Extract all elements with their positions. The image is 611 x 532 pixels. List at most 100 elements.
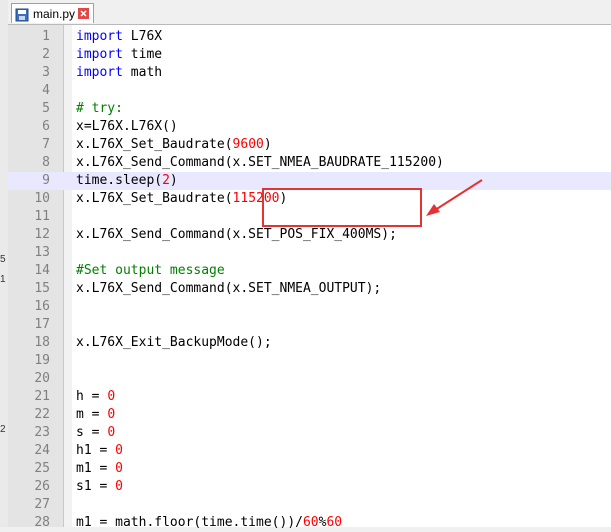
code-line[interactable]: 13 <box>8 244 611 262</box>
line-number: 2 <box>42 47 50 62</box>
code-token: 60 <box>326 515 343 530</box>
code-token: ) <box>169 173 178 188</box>
code-text: x.L76X_Exit_BackupMode(); <box>76 334 272 352</box>
code-token: x.L76X_Send_Command(x.SET_NMEA_OUTPUT); <box>76 281 382 296</box>
line-number: 26 <box>34 479 50 494</box>
code-line[interactable]: 21 h = 0 <box>8 388 611 406</box>
code-line[interactable]: 5 # try: <box>8 100 611 118</box>
line-number: 22 <box>34 407 50 422</box>
code-text: x=L76X.L76X() <box>76 118 178 136</box>
code-token: s1 = <box>76 479 116 494</box>
code-token: math <box>122 65 163 80</box>
code-text: import math <box>76 64 162 82</box>
code-token: h1 = <box>76 443 116 458</box>
line-number: 21 <box>34 389 50 404</box>
code-text: h = 0 <box>76 388 115 406</box>
tab-filename: main.py <box>33 6 76 21</box>
code-text: s = 0 <box>76 424 115 442</box>
code-token: 0 <box>115 461 123 476</box>
code-token: time.sleep( <box>76 173 163 188</box>
code-token: m = <box>76 407 108 422</box>
annotation-highlight-box <box>262 188 422 227</box>
code-token: time <box>122 47 163 62</box>
line-number: 27 <box>34 497 50 512</box>
code-editor[interactable]: 1 import L76X 2 import time 3 import math 4 5 # … <box>8 25 611 530</box>
code-text: import L76X <box>76 28 162 46</box>
line-number: 16 <box>34 299 50 314</box>
line-number: 11 <box>34 209 50 224</box>
tab-bar: main.py <box>8 0 611 25</box>
code-text: x.L76X_Send_Command(x.SET_NMEA_BAUDRATE_… <box>76 154 444 172</box>
line-number: 25 <box>34 461 50 476</box>
code-line[interactable]: 6 x=L76X.L76X() <box>8 118 611 136</box>
code-token: x.L76X_Send_Command(x.SET_POS_FIX_400MS)… <box>76 227 397 242</box>
code-line[interactable]: 24 h1 = 0 <box>8 442 611 460</box>
code-token: 0 <box>107 425 116 440</box>
code-line[interactable]: 18 x.L76X_Exit_BackupMode(); <box>8 334 611 352</box>
code-token: ) <box>263 137 272 152</box>
line-number: 17 <box>34 317 50 332</box>
code-token: x=L76X.L76X() <box>76 119 178 134</box>
line-number: 15 <box>34 281 50 296</box>
line-number: 20 <box>34 371 50 386</box>
code-line[interactable]: 22 m = 0 <box>8 406 611 424</box>
code-token: 2 <box>162 173 170 188</box>
left-strip-mark: 5 <box>0 254 6 265</box>
line-number: 24 <box>34 443 50 458</box>
code-token: import <box>76 29 123 44</box>
code-line[interactable]: 17 <box>8 316 611 334</box>
code-token: #Set output message <box>76 263 225 278</box>
code-line[interactable]: 16 <box>8 298 611 316</box>
line-number: 9 <box>42 173 50 188</box>
line-number: 5 <box>42 101 50 116</box>
code-text: x.L76X_Set_Baudrate(115200) <box>76 190 287 208</box>
code-line[interactable]: 20 <box>8 370 611 388</box>
code-line[interactable]: 19 <box>8 352 611 370</box>
code-token: x.L76X_Set_Baudrate( <box>76 191 233 206</box>
line-number: 19 <box>34 353 50 368</box>
line-number: 23 <box>34 425 50 440</box>
save-disk-icon <box>15 7 29 21</box>
close-icon[interactable] <box>78 8 90 19</box>
code-text: x.L76X_Send_Command(x.SET_NMEA_OUTPUT); <box>76 280 381 298</box>
code-line[interactable]: 1 import L76X <box>8 28 611 46</box>
code-text: s1 = 0 <box>76 478 123 496</box>
code-line[interactable]: 4 <box>8 82 611 100</box>
code-token: # try: <box>76 101 123 116</box>
code-line[interactable]: 14 #Set output message <box>8 262 611 280</box>
code-line[interactable]: 7 x.L76X_Set_Baudrate(9600) <box>8 136 611 154</box>
code-line[interactable]: 28 m1 = math.floor(time.time())/60%60 <box>8 514 611 532</box>
code-line[interactable]: 12 x.L76X_Send_Command(x.SET_POS_FIX_400M… <box>8 226 611 244</box>
code-line[interactable]: 27 <box>8 496 611 514</box>
code-token: 0 <box>115 479 123 494</box>
code-token: x.L76X_Send_Command(x.SET_NMEA_BAUDRATE_… <box>76 155 444 170</box>
code-token: m1 = <box>76 461 116 476</box>
line-number: 8 <box>42 155 50 170</box>
code-token: import <box>76 65 123 80</box>
line-number: 3 <box>42 65 50 80</box>
code-line[interactable]: 15 x.L76X_Send_Command(x.SET_NMEA_OUTPUT)… <box>8 280 611 298</box>
line-number: 6 <box>42 119 50 134</box>
code-token: m1 = math.floor(time.time())/ <box>76 515 303 530</box>
code-line[interactable]: 23 s = 0 <box>8 424 611 442</box>
code-line[interactable]: 25 m1 = 0 <box>8 460 611 478</box>
line-number: 18 <box>34 335 50 350</box>
code-text: time.sleep(2) <box>76 172 178 190</box>
tab-main-py[interactable]: main.py <box>11 3 94 23</box>
code-text: m = 0 <box>76 406 115 424</box>
code-line[interactable]: 8 x.L76X_Send_Command(x.SET_NMEA_BAUDRATE… <box>8 154 611 172</box>
code-line[interactable]: 2 import time <box>8 46 611 64</box>
code-text: x.L76X_Set_Baudrate(9600) <box>76 136 272 154</box>
code-line[interactable]: 3 import math <box>8 64 611 82</box>
left-strip-mark: 2 <box>0 424 6 435</box>
code-text: h1 = 0 <box>76 442 123 460</box>
line-number: 4 <box>42 83 50 98</box>
code-text: import time <box>76 46 162 64</box>
code-token: import <box>76 47 123 62</box>
code-text: # try: <box>76 100 123 118</box>
code-token: 9600 <box>232 137 264 152</box>
annotation-arrow-icon <box>426 179 483 216</box>
code-line[interactable]: 26 s1 = 0 <box>8 478 611 496</box>
code-token: h = <box>76 389 108 404</box>
left-strip-mark: 1 <box>0 274 6 285</box>
